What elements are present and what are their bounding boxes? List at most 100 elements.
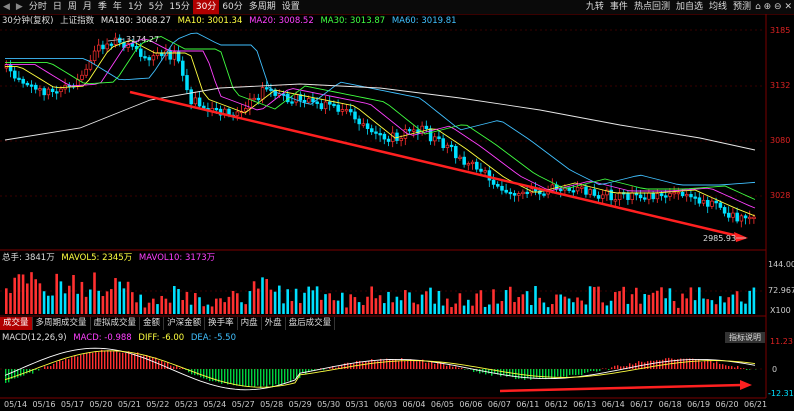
macd-bar bbox=[446, 365, 448, 369]
candle bbox=[311, 98, 315, 103]
candle bbox=[8, 64, 13, 72]
macd-bar bbox=[614, 365, 616, 369]
macd-bar bbox=[116, 351, 118, 369]
indicator-tab-4[interactable]: 沪深金额 bbox=[164, 317, 206, 330]
macd-bar bbox=[560, 369, 562, 379]
macd-bar bbox=[173, 366, 175, 369]
macd-bar bbox=[59, 360, 61, 369]
date-tick: 06/03 bbox=[374, 400, 398, 409]
date-tick: 06/21 bbox=[744, 400, 768, 409]
volume-bar bbox=[525, 291, 529, 314]
volume-bar bbox=[509, 286, 512, 314]
volume-bar bbox=[538, 297, 541, 314]
candle bbox=[617, 192, 622, 200]
volume-bar bbox=[219, 298, 222, 314]
candle bbox=[437, 136, 441, 140]
macd-bar bbox=[8, 369, 10, 383]
macd-bar bbox=[749, 369, 751, 370]
candle bbox=[588, 189, 592, 195]
volume-bar bbox=[126, 281, 130, 314]
macd-bar bbox=[452, 366, 454, 369]
volume-bar bbox=[517, 297, 520, 314]
dea-value: DEA: -5.50 bbox=[190, 333, 236, 343]
volume-bar bbox=[231, 290, 235, 314]
candle bbox=[130, 43, 135, 47]
indicator-tab-5[interactable]: 换手率 bbox=[205, 317, 238, 330]
volume-bar bbox=[614, 292, 617, 314]
volume-bar bbox=[404, 290, 407, 314]
volume-bar bbox=[320, 299, 323, 314]
volume-bar bbox=[580, 300, 583, 314]
candle bbox=[365, 123, 370, 129]
candle bbox=[290, 101, 294, 104]
macd-bar bbox=[539, 369, 541, 379]
volume-bar bbox=[30, 272, 33, 314]
macd-bar bbox=[131, 353, 133, 369]
volume-bar bbox=[311, 290, 315, 314]
volume-bar bbox=[353, 297, 357, 314]
indicator-tab-0[interactable]: 成交量 bbox=[0, 317, 33, 330]
indicator-tab-8[interactable]: 盘后成交量 bbox=[286, 317, 336, 330]
macd-bar bbox=[695, 359, 697, 369]
candle bbox=[571, 190, 576, 193]
macd-bar bbox=[47, 366, 49, 369]
macd-bar bbox=[125, 352, 127, 369]
total-volume: 总手: 3841万 bbox=[2, 253, 55, 263]
volume-bar bbox=[412, 302, 415, 314]
volume-bar bbox=[601, 302, 604, 314]
candle bbox=[454, 145, 458, 159]
volume-bar bbox=[504, 290, 508, 314]
candle bbox=[626, 193, 630, 200]
volume-bar bbox=[252, 281, 256, 314]
volume-bar bbox=[185, 291, 189, 314]
macd-bar bbox=[197, 369, 199, 376]
indicator-help-button[interactable]: 指标说明 bbox=[725, 332, 765, 343]
volume-bar bbox=[563, 296, 567, 314]
candle bbox=[302, 99, 307, 103]
candle bbox=[689, 194, 693, 198]
volume-bar bbox=[677, 307, 680, 314]
candle bbox=[512, 193, 517, 196]
date-tick: 06/17 bbox=[630, 400, 654, 409]
macd-bar bbox=[431, 361, 433, 369]
candle bbox=[21, 78, 25, 84]
indicator-tab-2[interactable]: 虚拟成交量 bbox=[91, 317, 141, 330]
chart-canvas[interactable]: 3174.27 2985.93 bbox=[0, 0, 794, 411]
volume-bar bbox=[513, 302, 516, 314]
indicator-tab-6[interactable]: 内盘 bbox=[238, 317, 262, 330]
macd-bar bbox=[71, 357, 73, 369]
candle bbox=[445, 144, 450, 149]
volume-bar bbox=[416, 304, 420, 314]
macd-bar bbox=[464, 369, 466, 370]
candle bbox=[197, 97, 202, 107]
indicator-tab-7[interactable]: 外盘 bbox=[262, 317, 286, 330]
macd-bar bbox=[254, 369, 256, 387]
date-tick: 05/14 bbox=[4, 400, 28, 409]
macd-bar bbox=[278, 369, 280, 385]
ma30-line bbox=[5, 36, 756, 200]
macd-bar bbox=[263, 369, 265, 386]
price-tick: 3028 bbox=[770, 191, 791, 200]
macd-bar bbox=[44, 366, 46, 369]
volume-bar bbox=[500, 301, 504, 314]
volume-bar bbox=[202, 306, 205, 314]
volume-bar bbox=[408, 292, 411, 314]
indicator-tab-3[interactable]: 金额 bbox=[140, 317, 165, 330]
volume-bar bbox=[387, 291, 390, 314]
candle bbox=[147, 57, 151, 61]
indicator-tab-1[interactable]: 多周期成交量 bbox=[33, 317, 91, 330]
volume-bar bbox=[731, 294, 735, 314]
candle bbox=[412, 129, 416, 132]
macd-bar bbox=[581, 369, 583, 376]
volume-bar bbox=[483, 306, 487, 314]
candle bbox=[109, 43, 114, 46]
macd-bar bbox=[257, 369, 259, 386]
candle bbox=[701, 199, 706, 204]
volume-bar bbox=[51, 295, 54, 314]
volume-bar bbox=[42, 291, 46, 314]
volume-bars bbox=[5, 272, 756, 314]
macd-bar bbox=[134, 353, 136, 369]
volume-bar bbox=[454, 303, 457, 314]
macd-bar bbox=[209, 369, 211, 381]
macd-bar bbox=[599, 369, 601, 371]
